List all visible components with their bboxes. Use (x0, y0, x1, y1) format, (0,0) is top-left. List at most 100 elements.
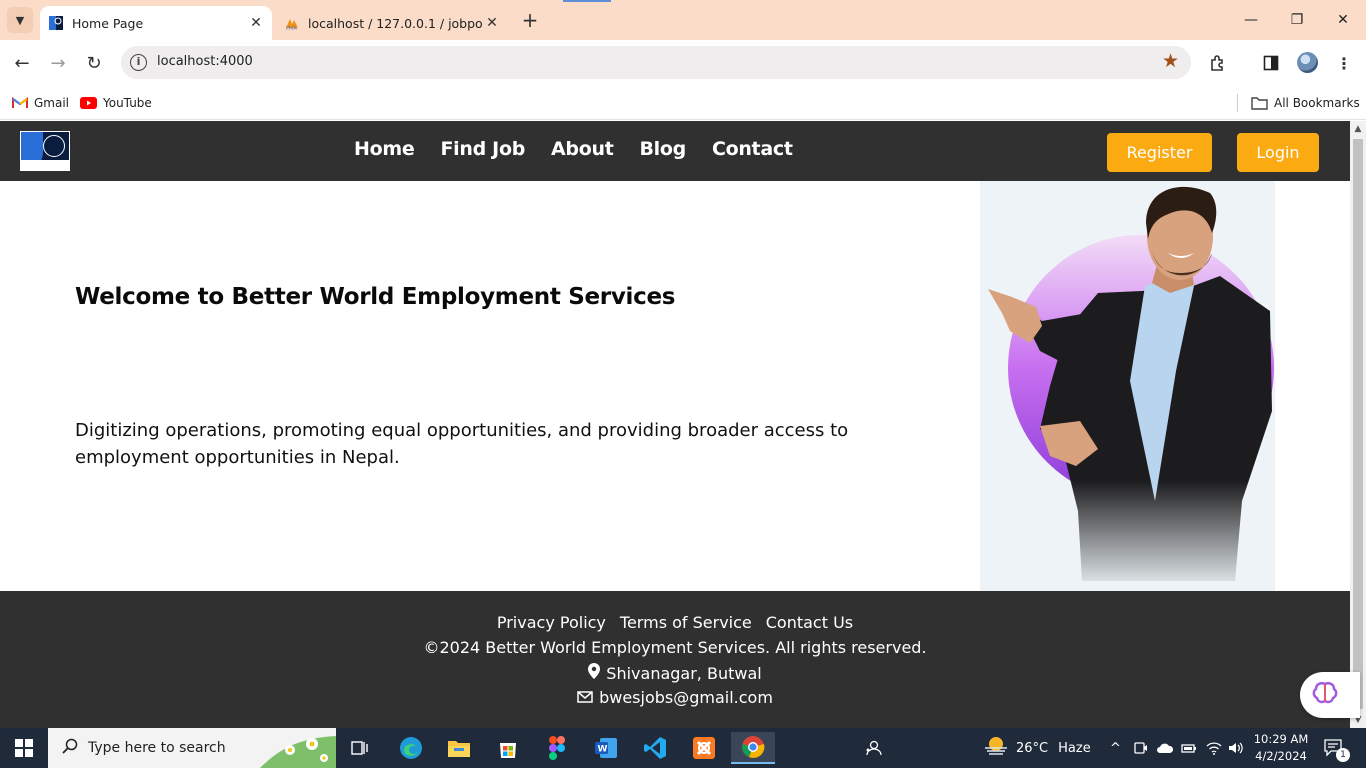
clock-time: 10:29 AM (1253, 732, 1309, 746)
microsoft-store-icon[interactable] (486, 732, 530, 764)
footer-email-row: bwesjobs@gmail.com (0, 688, 1350, 707)
bookmarks-bar: Gmail YouTube All Bookmarks (0, 86, 1366, 120)
menu-kebab-icon[interactable]: ⋮ (1331, 50, 1357, 76)
meet-now-icon[interactable] (1134, 728, 1148, 768)
search-icon (62, 738, 78, 758)
site-info-icon[interactable]: i (130, 54, 147, 71)
haze-sun-icon (984, 736, 1008, 760)
onedrive-cloud-icon[interactable] (1156, 728, 1174, 768)
url-text[interactable]: localhost:4000 (157, 54, 253, 69)
close-window-icon[interactable]: ✕ (1320, 0, 1366, 40)
nav-blog[interactable]: Blog (639, 138, 686, 160)
all-bookmarks-button[interactable]: All Bookmarks (1251, 92, 1360, 114)
profile-avatar[interactable] (1297, 52, 1318, 73)
page-scrollbar[interactable]: ▲ ▼ (1350, 121, 1366, 728)
main-menu: Home Find Job About Blog Contact (354, 138, 793, 160)
privacy-policy-link[interactable]: Privacy Policy (497, 613, 606, 632)
site-header: Home Find Job About Blog Contact Registe… (0, 121, 1350, 181)
tray-overflow-icon[interactable]: ^ (1110, 728, 1121, 768)
xampp-icon[interactable] (682, 732, 726, 764)
phpmyadmin-favicon-icon: PMA (284, 15, 300, 31)
new-tab-button[interactable]: + (518, 9, 542, 33)
contact-us-link[interactable]: Contact Us (766, 613, 853, 632)
tab-title: localhost / 127.0.0.1 / jobportal (308, 15, 482, 31)
tab-strip: ▼ Home Page ✕ PMA localhost / 127.0.0.1 … (0, 0, 1366, 40)
scrollbar-thumb[interactable] (1353, 139, 1363, 709)
weather-widget[interactable]: 26°C Haze (984, 728, 1091, 768)
taskbar-search-box[interactable]: Type here to search (48, 728, 336, 768)
register-button[interactable]: Register (1107, 133, 1212, 172)
nav-about[interactable]: About (551, 138, 614, 160)
footer-links: Privacy Policy Terms of Service Contact … (0, 613, 1350, 632)
chrome-icon[interactable] (731, 732, 775, 764)
clock-date: 4/2/2024 (1255, 749, 1307, 763)
email-text[interactable]: bwesjobs@gmail.com (599, 688, 773, 707)
notification-count: 1 (1336, 748, 1350, 762)
bookmark-youtube[interactable]: YouTube (80, 92, 152, 114)
map-pin-icon (588, 663, 601, 683)
extensions-icon[interactable] (1205, 50, 1231, 76)
scroll-up-icon[interactable]: ▲ (1350, 121, 1366, 137)
footer-copyright-row: ©2024 Better World Employment Services. … (0, 638, 1350, 657)
figma-icon[interactable] (535, 732, 579, 764)
chevron-down-icon: ▼ (15, 13, 25, 27)
address-bar[interactable]: i localhost:4000 ★ (121, 46, 1191, 79)
hero-man-pointing-image (980, 181, 1275, 591)
site-favicon-icon (48, 15, 64, 31)
people-icon[interactable] (864, 728, 882, 768)
task-view-icon[interactable] (338, 732, 382, 764)
nav-find-job[interactable]: Find Job (440, 138, 525, 160)
restore-icon[interactable]: ❐ (1274, 0, 1320, 40)
hero-section: Welcome to Better World Employment Servi… (0, 181, 1350, 591)
site-logo[interactable] (20, 131, 70, 171)
search-highlight-flowers-icon (260, 728, 336, 768)
side-panel-icon[interactable] (1258, 50, 1284, 76)
svg-text:PMA: PMA (286, 26, 297, 31)
minimize-icon[interactable]: — (1228, 0, 1274, 40)
edge-icon[interactable] (389, 732, 433, 764)
tab-phpmyadmin[interactable]: PMA localhost / 127.0.0.1 / jobportal ✕ (276, 6, 508, 40)
wifi-icon[interactable] (1206, 728, 1222, 768)
tab-search-button[interactable]: ▼ (7, 7, 33, 33)
bookmark-star-icon[interactable]: ★ (1162, 50, 1179, 72)
word-icon[interactable]: W (584, 732, 628, 764)
search-placeholder: Type here to search (88, 740, 226, 756)
windows-taskbar: Type here to search W 26°C Haze ^ 10:29 … (0, 728, 1366, 768)
tab-home-page[interactable]: Home Page ✕ (40, 6, 272, 40)
close-tab-icon[interactable]: ✕ (482, 15, 502, 31)
all-bookmarks-label: All Bookmarks (1274, 96, 1360, 110)
weather-desc: Haze (1058, 740, 1091, 756)
svg-text:W: W (598, 745, 608, 755)
copyright-text: ©2024 Better World Employment Services. … (423, 638, 927, 657)
footer-address-row: Shivanagar, Butwal (0, 663, 1350, 683)
file-explorer-icon[interactable] (437, 732, 481, 764)
address-text: Shivanagar, Butwal (606, 663, 762, 683)
bookmark-label: Gmail (34, 96, 70, 110)
tab-title: Home Page (72, 15, 144, 31)
close-tab-icon[interactable]: ✕ (246, 15, 266, 31)
bookmark-gmail[interactable]: Gmail (12, 92, 69, 114)
bookmark-label: YouTube (103, 96, 152, 110)
brain-icon (1312, 681, 1338, 709)
site-footer: Privacy Policy Terms of Service Contact … (0, 591, 1350, 728)
hero-title: Welcome to Better World Employment Servi… (75, 284, 676, 310)
battery-icon[interactable] (1181, 728, 1197, 768)
youtube-icon (80, 97, 97, 109)
hero-text: Digitizing operations, promoting equal o… (75, 420, 849, 468)
windows-start-icon[interactable] (0, 728, 48, 768)
notification-center-icon[interactable]: 1 (1324, 728, 1350, 768)
vscode-icon[interactable] (633, 732, 677, 764)
terms-of-service-link[interactable]: Terms of Service (620, 613, 752, 632)
system-clock[interactable]: 10:29 AM 4/2/2024 (1248, 731, 1314, 765)
assistant-extension-button[interactable] (1300, 672, 1360, 718)
nav-contact[interactable]: Contact (712, 138, 793, 160)
login-button[interactable]: Login (1237, 133, 1319, 172)
weather-temp: 26°C (1016, 740, 1049, 756)
back-arrow-icon[interactable]: ← (9, 50, 35, 76)
reload-icon[interactable]: ↻ (81, 50, 107, 76)
nav-home[interactable]: Home (354, 138, 415, 160)
gmail-icon (12, 97, 28, 109)
volume-icon[interactable] (1228, 728, 1244, 768)
forward-arrow-icon[interactable]: → (45, 50, 71, 76)
tab-loading-indicator (563, 0, 611, 2)
